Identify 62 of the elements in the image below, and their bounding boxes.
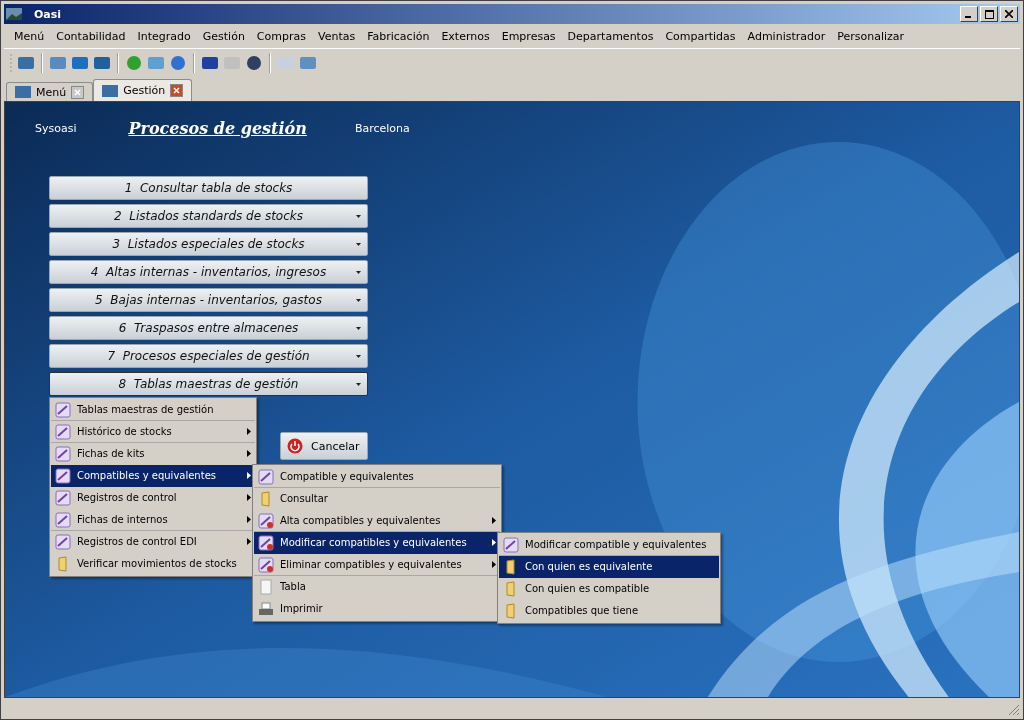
- menu-entry-label: Fichas de kits: [77, 448, 146, 459]
- menu-item[interactable]: Fabricación: [361, 29, 436, 43]
- menu-entry[interactable]: Tablas maestras de gestión: [51, 399, 255, 421]
- menu-item[interactable]: Administrador: [741, 29, 832, 43]
- menu-entry[interactable]: Fichas de kits: [51, 443, 255, 465]
- menu-entry-label: Compatible y equivalentes: [280, 471, 415, 482]
- menu-item[interactable]: Menú: [8, 29, 51, 43]
- menu-entry[interactable]: Compatible y equivalentes: [254, 466, 500, 488]
- menu-entry-label: Compatibles que tiene: [525, 605, 640, 616]
- menu-entry[interactable]: Modificar compatibles y equivalentes: [254, 532, 500, 554]
- menu-item[interactable]: Contabilidad: [50, 29, 132, 43]
- menu-entry-label: Tablas maestras de gestión: [77, 404, 215, 415]
- menu-item[interactable]: Compartidas: [659, 29, 742, 43]
- menu-entry-label: Histórico de stocks: [77, 426, 173, 437]
- menu-entry[interactable]: Compatibles y equivalentes: [51, 465, 255, 487]
- menu-entry-label: Modificar compatible y equivalentes: [525, 539, 708, 550]
- page-title: Procesos de gestión: [128, 118, 307, 138]
- menu-entry[interactable]: Con quien es equivalente: [499, 556, 719, 578]
- menu-item[interactable]: Externos: [435, 29, 496, 43]
- menu-item[interactable]: Departamentos: [561, 29, 660, 43]
- menu-entry[interactable]: Registros de control EDI: [51, 531, 255, 553]
- menu-item[interactable]: Gestión: [196, 29, 251, 43]
- menu-entry-label: Compatibles y equivalentes: [77, 470, 217, 481]
- tab[interactable]: Gestión: [93, 79, 193, 101]
- menu-entry-label: Registros de control: [77, 492, 178, 503]
- window-title: Oasi: [34, 7, 63, 21]
- menu-item[interactable]: Ventas: [311, 29, 362, 43]
- menu-entry[interactable]: Con quien es compatible: [499, 578, 719, 600]
- menu-entry[interactable]: Histórico de stocks: [51, 421, 255, 443]
- menu-entry-label: Con quien es compatible: [525, 583, 651, 594]
- process-button[interactable]: 6 Traspasos entre almacenes: [49, 316, 368, 340]
- menu-entry-label: Registros de control EDI: [77, 536, 198, 547]
- menu-entry-label: Con quien es equivalente: [525, 561, 654, 572]
- menu-entry-label: Verificar movimientos de stocks: [77, 558, 238, 569]
- process-button[interactable]: 7 Procesos especiales de gestión: [49, 344, 368, 368]
- process-button[interactable]: 8 Tablas maestras de gestión: [49, 372, 368, 396]
- menu-entry[interactable]: Compatibles que tiene: [499, 600, 719, 622]
- menu-entry-label: Consultar: [280, 493, 329, 504]
- location-name: Barcelona: [354, 121, 410, 135]
- process-button[interactable]: 1 Consultar tabla de stocks: [49, 176, 368, 200]
- user-name: Sysoasi: [35, 121, 77, 135]
- menu-entry-label: Eliminar compatibles y equivalentes: [280, 559, 463, 570]
- menu-entry-label: Tabla: [280, 581, 307, 592]
- menu-item[interactable]: Empresas: [495, 29, 562, 43]
- tab[interactable]: Menú: [6, 82, 94, 101]
- menu-entry[interactable]: Verificar movimientos de stocks: [51, 553, 255, 575]
- menu-entry[interactable]: Registros de control: [51, 487, 255, 509]
- menu-entry-label: Modificar compatibles y equivalentes: [280, 537, 468, 548]
- process-button[interactable]: 3 Listados especiales de stocks: [49, 232, 368, 256]
- menu-item[interactable]: Personalizar: [831, 29, 911, 43]
- process-button[interactable]: 2 Listados standards de stocks: [49, 204, 368, 228]
- menu-item[interactable]: Integrado: [131, 29, 197, 43]
- menu-item[interactable]: Compras: [250, 29, 312, 43]
- menu-entry-label: Alta compatibles y equivalentes: [280, 515, 442, 526]
- menu-entry[interactable]: Tabla: [254, 576, 500, 598]
- cancel-button[interactable]: Cancelar: [280, 432, 368, 460]
- menu-entry[interactable]: Consultar: [254, 488, 500, 510]
- menu-entry-label: Imprimir: [280, 603, 324, 614]
- menu-entry-label: Fichas de internos: [77, 514, 169, 525]
- menu-entry[interactable]: Imprimir: [254, 598, 500, 620]
- process-button[interactable]: 4 Altas internas - inventarios, ingresos: [49, 260, 368, 284]
- process-button[interactable]: 5 Bajas internas - inventarios, gastos: [49, 288, 368, 312]
